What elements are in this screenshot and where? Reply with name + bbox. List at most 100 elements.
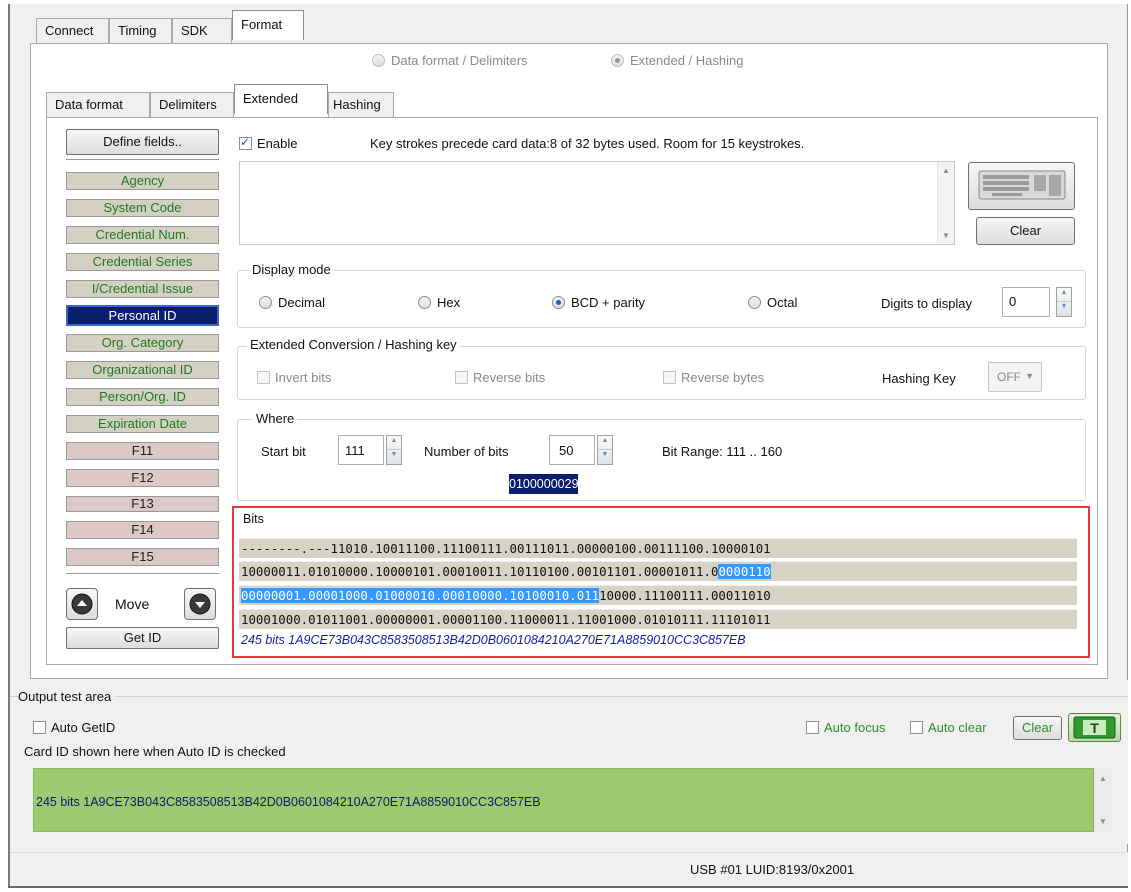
where-value-display: 0100000029	[509, 474, 579, 494]
reverse-bytes-checkbox[interactable]: Reverse bytes	[663, 370, 764, 385]
spin-down-icon: ▼	[390, 451, 398, 458]
radio-selected-icon	[552, 296, 565, 309]
checkbox-icon	[806, 721, 819, 734]
auto-focus-checkbox[interactable]: Auto focus	[806, 720, 885, 735]
keyboard-button[interactable]	[968, 162, 1075, 210]
mode-data-format[interactable]: Data format / Delimiters	[372, 53, 528, 68]
keystrokes-textarea[interactable]: ▲ ▼	[239, 161, 955, 245]
checkbox-checked-icon	[239, 135, 252, 150]
field-f11[interactable]: F11	[66, 442, 219, 460]
radio-decimal[interactable]: Decimal	[259, 295, 325, 310]
sidebar-divider	[66, 159, 219, 161]
field-org-category[interactable]: Org. Category	[66, 334, 219, 352]
mode-extended-label: Extended / Hashing	[630, 53, 744, 68]
extended-conversion-title: Extended Conversion / Hashing key	[247, 337, 460, 352]
tab-timing[interactable]: Timing	[109, 18, 172, 44]
keystrokes-scrollbar[interactable]: ▲ ▼	[937, 162, 954, 244]
tab-sdk[interactable]: SDK	[172, 18, 232, 44]
auto-clear-checkbox[interactable]: Auto clear	[910, 720, 987, 735]
enable-checkbox[interactable]: Enable	[239, 135, 298, 151]
reverse-bits-checkbox[interactable]: Reverse bits	[455, 370, 545, 385]
bits-row-2: 10000011.01010000.10000101.00010011.1011…	[239, 561, 1077, 581]
bits-row-2-text: 10000011.01010000.10000101.00010011.1011…	[241, 564, 719, 579]
num-bits-spinner[interactable]: ▲ ▼	[597, 435, 613, 465]
hex-label: Hex	[437, 295, 461, 310]
move-down-button[interactable]	[184, 588, 216, 620]
status-bar	[10, 852, 1128, 886]
auto-getid-checkbox[interactable]: Auto GetID	[33, 720, 115, 735]
num-bits-input[interactable]: 50	[549, 435, 595, 465]
bits-row-4: 10001000.01011001.00000001.00001100.1100…	[239, 609, 1077, 629]
field-personal-id[interactable]: Personal ID	[66, 305, 219, 326]
get-id-button[interactable]: Get ID	[66, 627, 219, 649]
reverse-bytes-label: Reverse bytes	[681, 370, 765, 385]
radio-hex[interactable]: Hex	[418, 295, 460, 310]
field-f15[interactable]: F15	[66, 548, 219, 566]
field-system-code[interactable]: System Code	[66, 199, 219, 217]
mode-extended[interactable]: Extended / Hashing	[611, 53, 743, 68]
spin-down-icon: ▼	[1060, 303, 1068, 310]
test-button[interactable]: T	[1068, 713, 1121, 742]
radio-icon	[372, 54, 385, 67]
tab-extended[interactable]: Extended	[234, 84, 328, 114]
radio-icon	[418, 296, 431, 309]
radio-bcd-parity[interactable]: BCD + parity	[552, 295, 645, 310]
bits-row-3-text: 10000.11100111.00011010	[599, 588, 771, 603]
digits-label: Digits to display	[881, 296, 973, 311]
scroll-down-icon: ▼	[1099, 817, 1107, 826]
checkbox-icon	[33, 721, 46, 734]
move-up-button[interactable]	[66, 588, 98, 620]
display-mode-title: Display mode	[249, 262, 334, 277]
output-clear-button[interactable]: Clear	[1013, 716, 1062, 740]
tab-hashing[interactable]: Hashing	[328, 92, 394, 118]
enable-label: Enable	[257, 136, 298, 151]
bits-row-2-selection: 0000110	[718, 564, 771, 579]
field-credential-issue[interactable]: I/Credential Issue	[66, 280, 219, 298]
field-credential-num[interactable]: Credential Num.	[66, 226, 219, 244]
spin-up-icon: ▲	[387, 436, 401, 450]
scroll-up-icon: ▲	[942, 166, 950, 175]
radio-icon	[748, 296, 761, 309]
output-textarea[interactable]: 245 bits 1A9CE73B043C8583508513B42D0B060…	[33, 768, 1094, 832]
status-text: USB #01 LUID:8193/0x2001	[690, 862, 855, 877]
start-bit-input[interactable]: 111	[338, 435, 384, 465]
tab-delimiters[interactable]: Delimiters	[150, 92, 234, 118]
tab-connect[interactable]: Connect	[36, 18, 109, 44]
hashing-key-select[interactable]: OFF ▼	[988, 362, 1042, 392]
up-arrow-icon	[71, 593, 93, 615]
start-bit-spinner[interactable]: ▲ ▼	[386, 435, 402, 465]
field-person-org-id[interactable]: Person/Org. ID	[66, 388, 219, 406]
test-t-icon: T	[1073, 716, 1116, 739]
checkbox-icon	[663, 371, 676, 384]
field-f12[interactable]: F12	[66, 469, 219, 487]
output-divider	[10, 696, 1128, 697]
keyboard-icon	[978, 170, 1065, 200]
field-credential-series[interactable]: Credential Series	[66, 253, 219, 271]
field-f13[interactable]: F13	[66, 496, 219, 512]
down-arrow-icon	[189, 593, 211, 615]
field-organizational-id[interactable]: Organizational ID	[66, 361, 219, 379]
radio-octal[interactable]: Octal	[748, 295, 797, 310]
output-scrollbar[interactable]: ▲ ▼	[1094, 768, 1111, 832]
bcd-parity-label: BCD + parity	[571, 295, 646, 310]
decimal-label: Decimal	[278, 295, 325, 310]
spin-down-icon: ▼	[601, 451, 609, 458]
field-agency[interactable]: Agency	[66, 172, 219, 190]
radio-selected-icon	[611, 54, 624, 67]
status-divider	[10, 852, 1128, 853]
hashing-key-value: OFF	[997, 370, 1021, 384]
digits-spinner[interactable]: ▲ ▼	[1056, 287, 1072, 317]
keystrokes-clear-button[interactable]: Clear	[976, 217, 1075, 245]
define-fields-button[interactable]: Define fields..	[66, 129, 219, 155]
radio-icon	[259, 296, 272, 309]
digits-input[interactable]: 0	[1002, 287, 1050, 317]
field-expiration-date[interactable]: Expiration Date	[66, 415, 219, 433]
field-f14[interactable]: F14	[66, 521, 219, 539]
start-bit-label: Start bit	[261, 444, 306, 459]
invert-bits-checkbox[interactable]: Invert bits	[257, 370, 331, 385]
bits-row-3-selection: 00000001.00001000.01000010.00010000.1010…	[241, 588, 600, 603]
output-hint: Card ID shown here when Auto ID is check…	[24, 744, 286, 759]
tab-format[interactable]: Format	[232, 10, 304, 40]
scroll-up-icon: ▲	[1099, 774, 1107, 783]
tab-data-format[interactable]: Data format	[46, 92, 150, 118]
